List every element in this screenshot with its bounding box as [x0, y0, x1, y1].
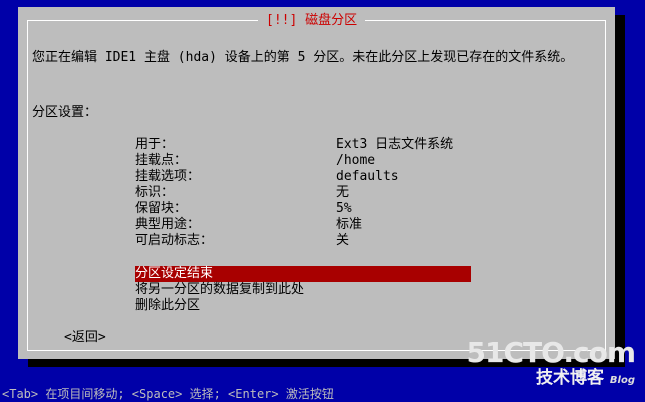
setting-label: 挂载点：	[135, 153, 188, 168]
setting-label: 挂载选项：	[135, 169, 201, 184]
action-done-setting-up[interactable]: 分区设定结束	[135, 266, 471, 282]
setting-value: 标准	[336, 217, 363, 232]
action-delete-partition[interactable]: 删除此分区	[135, 298, 471, 314]
setting-label: 标识：	[135, 185, 175, 200]
setting-value: /home	[336, 153, 376, 168]
installer-screen: [!!] 磁盘分区 您正在编辑 IDE1 主盘 (hda) 设备上的第 5 分区…	[0, 0, 645, 402]
partition-dialog: [!!] 磁盘分区 您正在编辑 IDE1 主盘 (hda) 设备上的第 5 分区…	[18, 7, 615, 359]
setting-label: 典型用途：	[135, 217, 201, 232]
watermark-subtitle-text: 技术博客	[536, 368, 604, 388]
setting-label: 可启动标志：	[135, 233, 214, 248]
setting-value: 无	[336, 185, 350, 200]
site-watermark: 51CTO.com 技术博客 Blog	[466, 336, 636, 391]
watermark-logo: 51CTO.com	[466, 336, 636, 369]
dialog-title: [!!] 磁盘分区	[258, 14, 366, 28]
setting-label: 保留块：	[135, 201, 188, 216]
section-label: 分区设置：	[32, 105, 98, 120]
watermark-subtitle: 技术博客 Blog	[467, 368, 635, 391]
partition-actions-list: 分区设定结束 将另一分区的数据复制到此处 删除此分区	[135, 266, 471, 314]
watermark-blog: Blog	[609, 375, 635, 386]
dialog-description: 您正在编辑 IDE1 主盘 (hda) 设备上的第 5 分区。未在此分区上发现已…	[32, 50, 574, 65]
setting-value: defaults	[336, 169, 399, 184]
setting-value: 5%	[336, 201, 352, 216]
setting-value: 关	[336, 233, 350, 248]
setting-label: 用于：	[135, 137, 175, 152]
action-copy-data[interactable]: 将另一分区的数据复制到此处	[135, 282, 471, 298]
back-button[interactable]: <返回>	[64, 330, 106, 346]
setting-value: Ext3 日志文件系统	[336, 137, 454, 152]
